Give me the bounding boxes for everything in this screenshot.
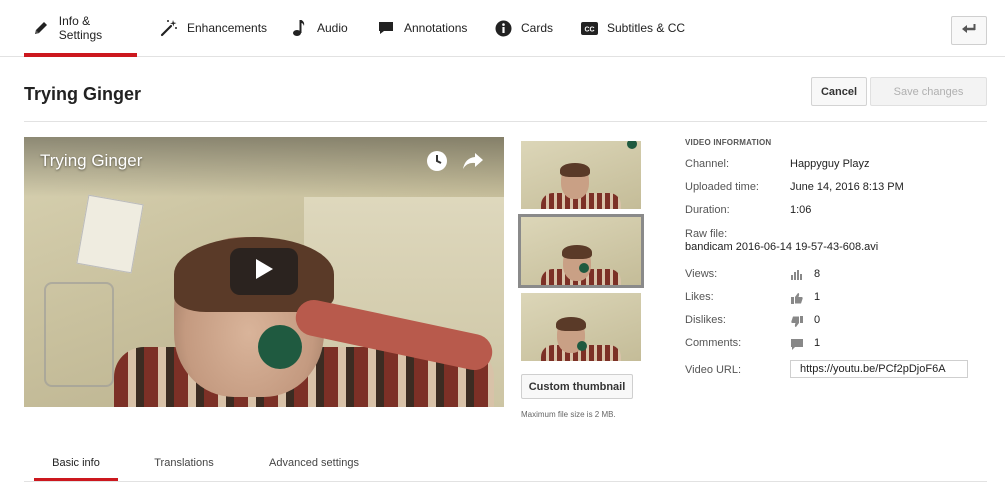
thumbnail-object — [579, 263, 589, 273]
comments-value: 1 — [814, 337, 821, 349]
custom-thumbnail-button[interactable]: Custom thumbnail — [521, 374, 633, 399]
thumbnail-object — [577, 341, 587, 351]
music-note-icon — [290, 19, 308, 37]
tab-basic-info[interactable]: Basic info — [34, 449, 118, 481]
watch-later-icon[interactable] — [425, 149, 449, 173]
raw-file-label: Raw file: — [685, 228, 728, 240]
comments-label: Comments: — [685, 337, 742, 349]
tab-cards[interactable]: Cards — [494, 0, 553, 56]
dislikes-value: 0 — [814, 314, 821, 326]
video-information-heading: VIDEO INFORMATION — [685, 138, 772, 147]
raw-file-value: bandicam 2016-06-14 19-57-43-608.avi — [685, 241, 879, 253]
video-player[interactable]: Trying Ginger — [24, 137, 504, 407]
editor-tab-bar: Info & Settings Enhancements Audio Annot… — [0, 0, 1005, 57]
magic-wand-icon — [160, 19, 178, 37]
page-title: Trying Ginger — [24, 84, 142, 104]
max-file-size-note: Maximum file size is 2 MB. — [521, 410, 616, 419]
cancel-button[interactable]: Cancel — [811, 77, 867, 106]
back-arrow-icon — [961, 22, 977, 40]
tab-label: Info & Settings — [58, 14, 103, 42]
thumbnail-option-3[interactable] — [521, 293, 641, 361]
video-frame-poster — [76, 194, 144, 274]
tab-label: Audio — [317, 21, 348, 35]
svg-text:CC: CC — [584, 26, 594, 33]
duration-value: 1:06 — [790, 204, 812, 216]
thumbnail-hair — [560, 163, 590, 177]
share-icon[interactable] — [461, 149, 485, 173]
tab-annotations[interactable]: Annotations — [377, 0, 467, 56]
video-url-label: Video URL: — [685, 364, 742, 376]
views-label: Views: — [685, 268, 718, 280]
dislikes-label: Dislikes: — [685, 314, 726, 326]
tab-advanced-settings[interactable]: Advanced settings — [258, 449, 370, 481]
back-button[interactable] — [951, 16, 987, 45]
thumbnail-option-1[interactable] — [521, 141, 641, 209]
uploaded-time-label: Uploaded time: — [685, 181, 759, 193]
info-circle-icon — [494, 19, 512, 37]
tab-label: Annotations — [404, 21, 468, 35]
tab-info-settings[interactable]: Info & Settings — [24, 0, 137, 57]
video-player-title[interactable]: Trying Ginger — [40, 151, 142, 171]
tab-audio[interactable]: Audio — [290, 0, 348, 56]
likes-value: 1 — [814, 291, 821, 303]
tab-subtitles-cc[interactable]: CC Subtitles & CC — [580, 0, 685, 56]
tab-enhancements[interactable]: Enhancements — [160, 0, 267, 56]
bottom-tabs-divider — [24, 481, 987, 482]
uploaded-time-value: June 14, 2016 8:13 PM — [790, 181, 904, 193]
play-button[interactable] — [230, 248, 298, 295]
save-changes-button[interactable]: Save changes — [870, 77, 987, 106]
tab-label: Cards — [521, 21, 554, 35]
video-frame-doodle — [44, 282, 114, 387]
thumbs-up-icon — [790, 292, 804, 304]
tab-label: Enhancements — [187, 21, 268, 35]
play-icon — [254, 258, 274, 285]
thumbnail-hair — [562, 245, 592, 259]
channel-value: Happyguy Playz — [790, 158, 870, 170]
thumbs-down-icon — [790, 315, 804, 327]
thumbnail-hair — [556, 317, 586, 331]
video-url-field[interactable] — [790, 360, 968, 378]
tab-translations[interactable]: Translations — [142, 449, 226, 481]
cc-icon: CC — [580, 19, 598, 37]
likes-label: Likes: — [685, 291, 714, 303]
tab-label: Subtitles & CC — [607, 21, 686, 35]
video-frame-object — [258, 325, 302, 369]
bar-chart-icon — [790, 269, 804, 281]
views-value: 8 — [814, 268, 821, 280]
pencil-icon — [32, 19, 50, 37]
divider — [24, 121, 987, 122]
comment-icon — [790, 338, 804, 350]
speech-bubble-icon — [377, 19, 395, 37]
channel-label: Channel: — [685, 158, 730, 170]
duration-label: Duration: — [685, 204, 730, 216]
thumbnail-option-2[interactable] — [518, 214, 644, 288]
